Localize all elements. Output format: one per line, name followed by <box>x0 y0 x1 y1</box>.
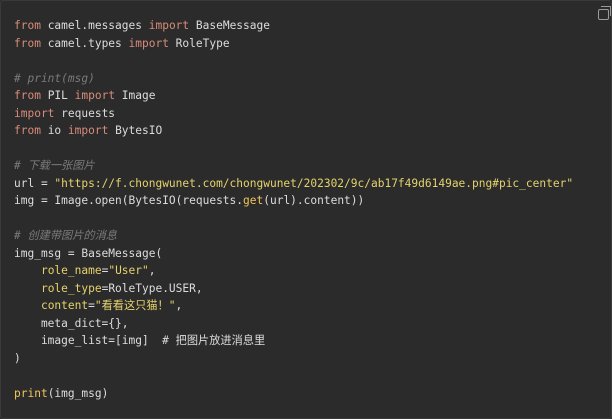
code-token: BytesIO <box>108 124 163 137</box>
code-token: "https://f.chongwunet.com/chongwunet/202… <box>54 176 574 190</box>
code-content: from camel.messages import BaseMessage fr… <box>1 1 611 402</box>
code-token: get <box>243 194 264 207</box>
code-line: from PIL import Image <box>14 87 611 105</box>
code-token: img_msg = BaseMessage( <box>14 246 163 260</box>
code-token: "User" <box>108 264 149 277</box>
code-line: print(img_msg) <box>14 385 611 403</box>
code-token: # 下载一张图片 <box>14 159 95 172</box>
code-line: role_name="User", <box>14 262 611 280</box>
code-token: from <box>14 19 41 32</box>
code-token: url = <box>14 176 55 190</box>
code-line: content="看看这只猫！", <box>14 297 611 315</box>
code-line: img_msg = BaseMessage( <box>14 245 611 263</box>
code-token: import <box>67 124 109 137</box>
code-token: import <box>14 106 55 120</box>
code-token: from <box>14 124 41 137</box>
code-line: meta_dict={}, <box>14 315 611 333</box>
code-line: from io import BytesIO <box>14 122 611 140</box>
code-token: from <box>14 36 41 50</box>
code-line: import requests <box>14 105 611 123</box>
code-token: PIL <box>40 89 75 102</box>
code-token: import <box>74 89 116 102</box>
code-token: BaseMessage <box>189 19 270 32</box>
code-token: print <box>14 386 48 400</box>
code-line: image_list=[img] # 把图片放进消息里 <box>14 332 611 350</box>
code-line: from camel.types import RoleType <box>14 35 611 53</box>
code-token: img = Image.open(BytesIO(requests. <box>14 194 244 207</box>
code-line: # 创建带图片的消息 <box>14 227 611 245</box>
code-block: from camel.messages import BaseMessage fr… <box>0 0 612 419</box>
code-token: =RoleType.USER, <box>101 281 203 295</box>
code-token: requests <box>54 106 116 120</box>
code-line: url = "https://f.chongwunet.com/chongwun… <box>14 175 611 193</box>
code-token: , <box>175 299 183 312</box>
code-line: # 下载一张图片 <box>14 157 611 175</box>
code-line: from camel.messages import BaseMessage <box>14 17 611 35</box>
code-line: img = Image.open(BytesIO(requests.get(ur… <box>14 192 611 210</box>
code-line: ) <box>14 350 611 368</box>
code-token: RoleType <box>168 36 230 50</box>
code-token: from <box>14 89 41 102</box>
code-token: = <box>88 299 95 312</box>
code-token: role_type <box>40 281 102 295</box>
code-token: # print(msg) <box>14 71 95 85</box>
code-line: # print(msg) <box>14 70 611 88</box>
code-token: Image <box>115 89 156 102</box>
code-token: content <box>40 299 89 312</box>
code-token: "看看这只猫！" <box>94 299 176 312</box>
copy-icon[interactable] <box>598 6 611 20</box>
code-token: import <box>128 36 169 50</box>
code-token: # 创建带图片的消息 <box>14 229 117 242</box>
code-token: role_name <box>40 264 102 277</box>
code-token: camel.types <box>40 36 129 50</box>
code-token: (url).content)) <box>263 194 365 207</box>
code-token: image_list=[img] # 把图片放进消息里 <box>14 334 266 347</box>
code-token: ) <box>14 351 21 365</box>
code-line: role_type=RoleType.USER, <box>14 280 611 298</box>
code-token: , <box>148 264 156 277</box>
code-token: camel.messages <box>40 19 149 32</box>
code-token: io <box>40 124 68 137</box>
code-token: import <box>148 19 190 32</box>
code-token: meta_dict={}, <box>14 316 129 330</box>
code-token: (img_msg) <box>47 386 109 400</box>
